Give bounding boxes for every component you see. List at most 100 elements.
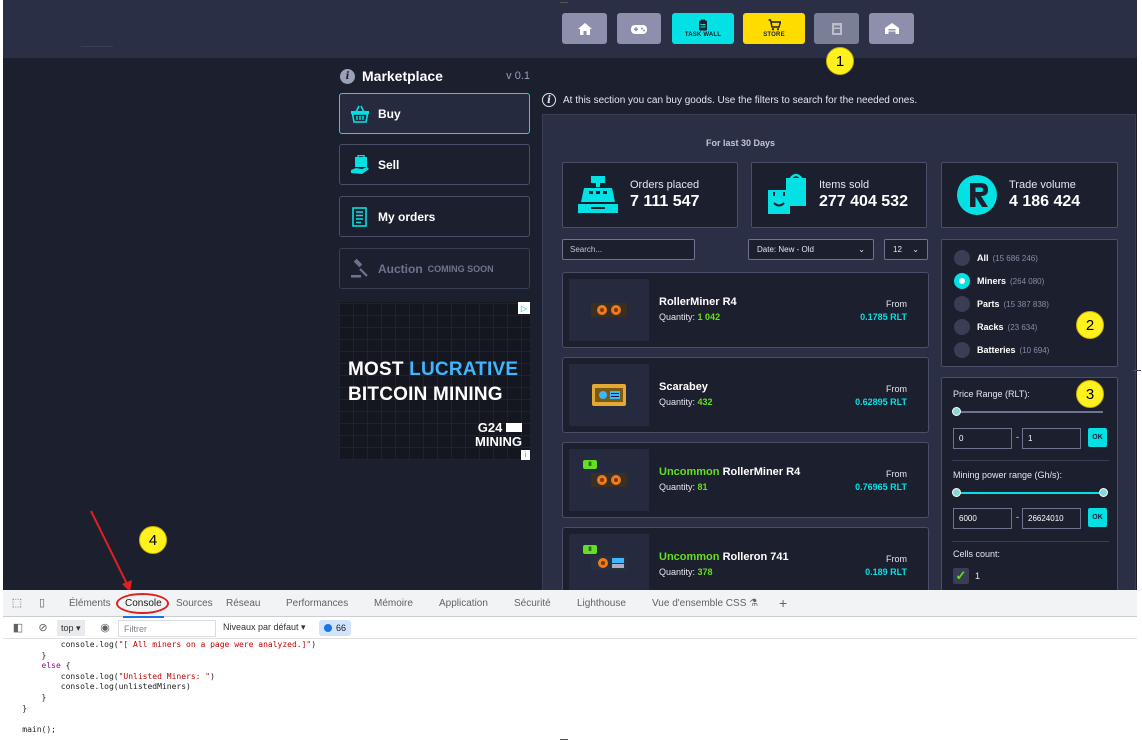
sidebar-item-auction: Auction COMING SOON [339, 248, 530, 289]
marketplace-title-text: Marketplace [362, 68, 443, 84]
annotation-circle [116, 593, 169, 614]
console-output[interactable]: console.log("[ All miners on a page were… [3, 640, 1137, 735]
adchoices-icon[interactable]: ▷ [518, 302, 530, 314]
console-line: else { [41, 661, 71, 671]
radio-button[interactable] [954, 319, 970, 335]
ad-brand-box [506, 423, 522, 432]
price-range-slider[interactable] [952, 407, 1103, 416]
sort-select[interactable]: Date: New - Old ⌄ [748, 239, 874, 260]
per-page-value: 12 [893, 245, 902, 254]
search-input[interactable]: Search... [562, 239, 695, 260]
console-filter-input[interactable]: Filtrer [118, 620, 216, 637]
divider [952, 460, 1109, 461]
range-filters: Price Range (RLT): 0 - 1 OK Mining power… [941, 377, 1118, 590]
filter-parts[interactable]: Parts (15 387 838) [954, 296, 1049, 312]
power-ok-button[interactable]: OK [1088, 508, 1107, 527]
market-stall-icon [831, 22, 842, 35]
sidebar-item-sell[interactable]: Sell [339, 144, 530, 185]
qty-label: Quantity: [659, 567, 696, 577]
tab-security[interactable]: Sécurité [514, 598, 551, 609]
filter-miners[interactable]: Miners (264 080) [954, 273, 1044, 289]
stat-text: Items sold 277 404 532 [819, 179, 908, 211]
radio-button[interactable] [954, 342, 970, 358]
tab-elements[interactable]: Éléments [69, 598, 111, 609]
console-line: console.log(unlistedMiners) [60, 682, 191, 692]
tab-memory[interactable]: Mémoire [374, 598, 413, 609]
list-item[interactable]: II Uncommon RollerMiner R4 Quantity: 81 … [562, 442, 929, 518]
price-ok-button[interactable]: OK [1088, 428, 1107, 447]
item-thumbnail [569, 279, 649, 341]
tab-network[interactable]: Réseau [226, 598, 260, 609]
stat-value: 7 111 547 [630, 193, 700, 210]
nav-hangar-button[interactable] [869, 13, 914, 44]
item-price: 0.1785 RLT [860, 312, 907, 322]
miner-image [592, 384, 626, 406]
log-levels-select[interactable]: Niveaux par défaut ▾ [223, 622, 306, 633]
filter-all[interactable]: All (15 686 246) [954, 250, 1038, 266]
sidebar-item-buy[interactable]: Buy [339, 93, 530, 134]
filter-batteries[interactable]: Batteries (10 694) [954, 342, 1049, 358]
list-item[interactable]: II Uncommon Rolleron 741 Quantity: 378 F… [562, 527, 929, 590]
item-name: Uncommon RollerMiner R4 [659, 466, 800, 478]
stat-items-sold: Items sold 277 404 532 [751, 162, 927, 228]
power-max-input[interactable]: 26624010 [1022, 508, 1081, 529]
advertisement-banner[interactable]: MOST LUCRATIVE BITCOIN MINING G24 MINING… [339, 302, 530, 460]
price-min-input[interactable]: 0 [953, 428, 1012, 449]
version-label: v 0.1 [506, 70, 530, 82]
period-label: For last 30 Days [705, 138, 776, 148]
device-toolbar-icon[interactable]: ▯ [36, 597, 48, 609]
filter-label: Racks [977, 322, 1004, 332]
sidebar-toggle-icon[interactable]: ◧ [12, 622, 24, 634]
list-item[interactable]: Scarabey Quantity: 432 From 0.62895 RLT [562, 357, 929, 433]
power-min-input[interactable]: 6000 [953, 508, 1012, 529]
slider-handle-max[interactable] [1099, 488, 1108, 497]
from-label: From [886, 469, 907, 479]
cells-checkbox[interactable]: ✓ [953, 568, 969, 584]
annotation-marker-3: 3 [1076, 380, 1104, 408]
per-page-select[interactable]: 12 ⌄ [884, 239, 928, 260]
coming-soon-badge: COMING SOON [427, 263, 494, 274]
context-select[interactable]: top ▾ [57, 620, 85, 636]
topbar-divider [81, 46, 113, 47]
radio-button[interactable] [954, 296, 970, 312]
sidebar-item-my-orders[interactable]: My orders [339, 196, 530, 237]
cells-value: 1 [975, 571, 981, 581]
issues-badge[interactable]: 66 [319, 620, 352, 636]
power-range-slider[interactable] [952, 488, 1108, 497]
nav-marketplace-button[interactable] [814, 13, 859, 44]
nav-home-button[interactable] [562, 13, 607, 44]
tab-performance[interactable]: Performances [286, 598, 348, 609]
item-price: 0.189 RLT [865, 567, 907, 577]
add-tab-button[interactable]: + [779, 595, 787, 611]
tab-application[interactable]: Application [439, 598, 488, 609]
selection-handle [560, 739, 568, 740]
nav-store-button[interactable]: STORE [743, 13, 805, 44]
inspect-element-icon[interactable]: ⬚ [11, 597, 23, 609]
tab-sources[interactable]: Sources [176, 598, 213, 609]
annotation-marker-2: 2 [1076, 311, 1104, 339]
tab-css-overview[interactable]: Vue d'ensemble CSS ⚗ [652, 598, 758, 609]
annotation-marker-4: 4 [139, 526, 167, 554]
radio-button[interactable] [954, 250, 970, 266]
radio-button-selected[interactable] [954, 273, 970, 289]
item-rarity: Uncommon [659, 466, 720, 478]
clear-console-icon[interactable]: ⊘ [37, 622, 49, 634]
ad-line1-b: LUCRATIVE [409, 359, 519, 380]
nav-task-wall-button[interactable]: TASK WALL [672, 13, 734, 44]
top-navigation-bar: TASK WALL STORE [3, 0, 1137, 58]
chevron-down-icon: ⌄ [912, 245, 919, 254]
eye-icon[interactable]: ◉ [99, 622, 111, 634]
filter-label: Parts [977, 299, 1000, 309]
ad-info-icon[interactable]: i [521, 450, 530, 460]
filter-count: (264 080) [1010, 276, 1045, 286]
filter-racks[interactable]: Racks (23 634) [954, 319, 1037, 335]
list-item[interactable]: RollerMiner R4 Quantity: 1 042 From 0.17… [562, 272, 929, 348]
ad-brand-2: MINING [475, 434, 522, 449]
slider-handle[interactable] [952, 407, 961, 416]
tab-lighthouse[interactable]: Lighthouse [577, 598, 626, 609]
nav-games-button[interactable] [617, 13, 661, 44]
stat-orders-placed: Orders placed 7 111 547 [562, 162, 738, 228]
price-max-input[interactable]: 1 [1022, 428, 1081, 449]
slider-handle-min[interactable] [952, 488, 961, 497]
